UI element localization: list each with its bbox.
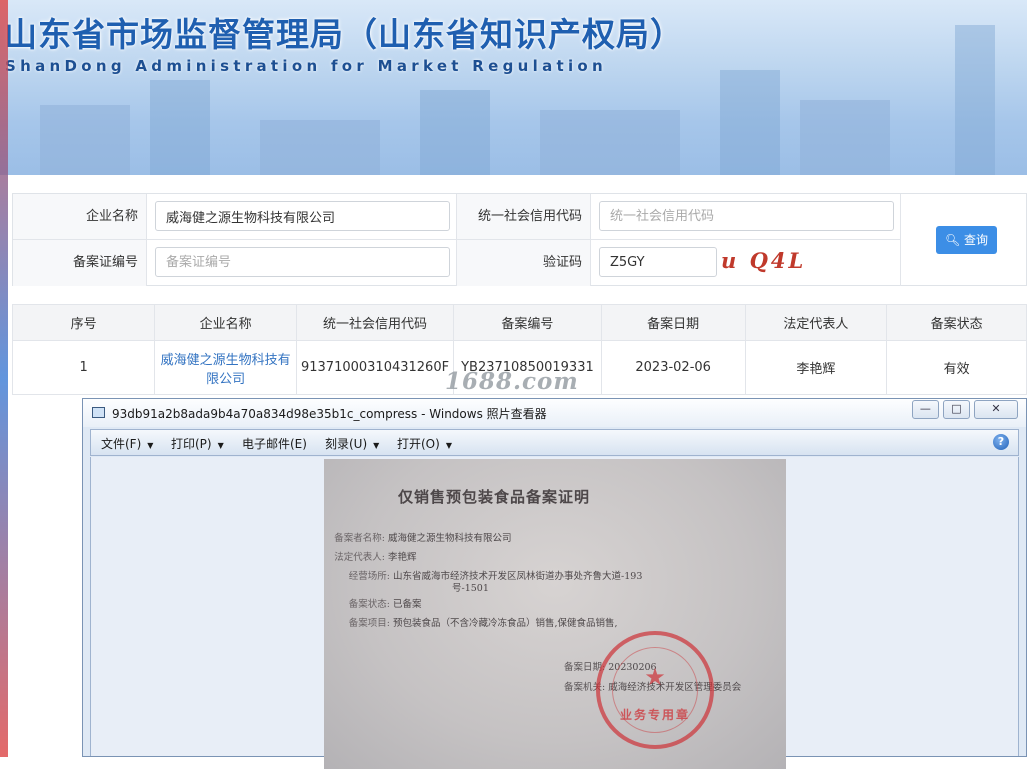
certificate-title: 仅销售预包装食品备案证明: [398, 488, 591, 506]
viewer-menubar: 文件(F) ▼ 打印(P) ▼ 电子邮件(E) 刻录(U) ▼ 打开(O) ▼ ?: [90, 429, 1019, 456]
menu-email-label: 电子邮件(E): [242, 437, 307, 451]
menu-file-label: 文件(F): [101, 437, 142, 451]
cell-company: 威海健之源生物科技有限公司: [154, 340, 297, 395]
column-header-index: 序号: [11, 304, 156, 341]
column-header-status: 备案状态: [886, 304, 1027, 341]
table-header-row: 序号 企业名称 统一社会信用代码 备案编号 备案日期 法定代表人 备案状态: [11, 304, 1027, 341]
window-controls: — □ ✕: [911, 400, 1018, 419]
menu-burn-label: 刻录(U): [325, 437, 368, 451]
search-form: 企业名称 统一社会信用代码 备案证编号 验证码 u Q4L 🔍︎ 查询: [12, 193, 1027, 286]
viewer-window-title: 93db91a2b8ada9b4a70a834d98e35b1c_compres…: [112, 407, 547, 421]
skyline-decoration: [955, 25, 995, 175]
cell-legal-rep: 李艳辉: [744, 340, 888, 395]
cell-index: 1: [11, 340, 156, 395]
query-button-label: 查询: [964, 233, 989, 247]
captcha-image[interactable]: u Q4L: [721, 248, 806, 273]
official-seal: ★ 业务专用章: [596, 631, 714, 749]
field-applicant: 备案者名称: 威海健之源生物科技有限公司: [324, 530, 512, 544]
field-address-line2: 号-1501: [452, 583, 489, 594]
maximize-button[interactable]: □: [942, 400, 970, 419]
menu-print-label: 打印(P): [171, 437, 212, 451]
menu-burn[interactable]: 刻录(U) ▼: [325, 435, 379, 452]
chevron-down-icon: ▼: [147, 441, 154, 450]
column-header-record-no: 备案编号: [453, 304, 602, 341]
menu-open[interactable]: 打开(O) ▼: [397, 435, 452, 452]
record-no-cell: [147, 240, 457, 286]
record-no-input[interactable]: [155, 247, 450, 277]
company-input[interactable]: [155, 201, 450, 231]
header-banner: 山东省市场监督管理局（山东省知识产权局） ShanDong Administra…: [0, 0, 1027, 175]
left-edge-decoration: [0, 0, 8, 757]
company-link[interactable]: 威海健之源生物科技有限公司: [161, 353, 291, 387]
column-header-company: 企业名称: [154, 304, 297, 341]
field-legal-rep: 法定代表人: 李艳辉: [324, 549, 417, 563]
cell-credit-code: 91371000310431260F: [295, 340, 455, 395]
skyline-decoration: [800, 100, 890, 175]
menu-open-label: 打开(O): [397, 437, 440, 451]
company-cell: [147, 194, 457, 240]
skyline-decoration: [720, 70, 780, 175]
captcha-cell: u Q4L: [591, 240, 901, 286]
company-label: 企业名称: [13, 194, 147, 240]
field-key: 备案者名称:: [334, 533, 385, 544]
skyline-decoration: [540, 110, 680, 175]
seal-text: 业务专用章: [619, 708, 690, 722]
field-status: 备案状态: 已备案: [330, 596, 422, 610]
seal-star-icon: ★: [644, 663, 666, 691]
watermark-1688: 1688.com: [445, 368, 579, 395]
close-button[interactable]: ✕: [974, 400, 1018, 419]
field-value: 已备案: [393, 599, 422, 610]
menu-print[interactable]: 打印(P) ▼: [171, 435, 224, 452]
credit-code-label: 统一社会信用代码: [457, 194, 591, 240]
field-value: 预包装食品（不含冷藏冷冻食品）销售,保健食品销售,: [393, 618, 618, 629]
cell-date: 2023-02-06: [600, 340, 746, 395]
field-value: 李艳辉: [388, 552, 417, 563]
column-header-date: 备案日期: [600, 304, 746, 341]
viewer-titlebar[interactable]: 93db91a2b8ada9b4a70a834d98e35b1c_compres…: [83, 399, 1026, 427]
skyline-decoration: [150, 80, 210, 175]
minimize-button[interactable]: —: [911, 400, 939, 419]
credit-code-cell: [591, 194, 901, 240]
column-header-credit-code: 统一社会信用代码: [295, 304, 455, 341]
menu-file[interactable]: 文件(F) ▼: [101, 435, 153, 452]
certificate-photo: 仅销售预包装食品备案证明 备案者名称: 威海健之源生物科技有限公司 法定代表人:…: [324, 459, 786, 769]
field-key: 备案状态:: [348, 599, 390, 610]
site-subtitle: ShanDong Administration for Market Regul…: [5, 57, 607, 75]
skyline-decoration: [40, 105, 130, 175]
captcha-label: 验证码: [457, 240, 591, 286]
skyline-decoration: [260, 120, 380, 175]
field-key: 法定代表人:: [334, 552, 385, 563]
site-title: 山东省市场监督管理局（山东省知识产权局）: [4, 15, 684, 54]
search-icon: 🔍︎: [944, 233, 961, 247]
query-button[interactable]: 🔍︎ 查询: [936, 226, 997, 254]
field-key: 经营场所:: [348, 571, 390, 582]
field-value: 威海健之源生物科技有限公司: [388, 533, 512, 544]
field-key: 备案项目:: [348, 618, 390, 629]
record-no-label: 备案证编号: [13, 240, 147, 286]
column-header-legal-rep: 法定代表人: [744, 304, 888, 341]
chevron-down-icon: ▼: [217, 441, 224, 450]
skyline-decoration: [420, 90, 490, 175]
captcha-input[interactable]: [599, 247, 717, 277]
photo-viewer-window: 93db91a2b8ada9b4a70a834d98e35b1c_compres…: [82, 398, 1027, 769]
menu-email[interactable]: 电子邮件(E): [242, 435, 307, 452]
cell-status: 有效: [886, 340, 1027, 395]
credit-code-input[interactable]: [599, 201, 894, 231]
chevron-down-icon: ▼: [373, 441, 380, 450]
viewer-canvas: 仅销售预包装食品备案证明 备案者名称: 威海健之源生物科技有限公司 法定代表人:…: [90, 457, 1019, 769]
chevron-down-icon: ▼: [445, 441, 452, 450]
photo-viewer-app-icon: [92, 407, 105, 418]
field-value: 山东省威海市经济技术开发区凤林街道办事处齐鲁大道-193: [393, 571, 643, 582]
help-icon[interactable]: ?: [993, 434, 1009, 450]
field-items: 备案项目: 预包装食品（不含冷藏冷冻食品）销售,保健食品销售,: [330, 615, 618, 629]
